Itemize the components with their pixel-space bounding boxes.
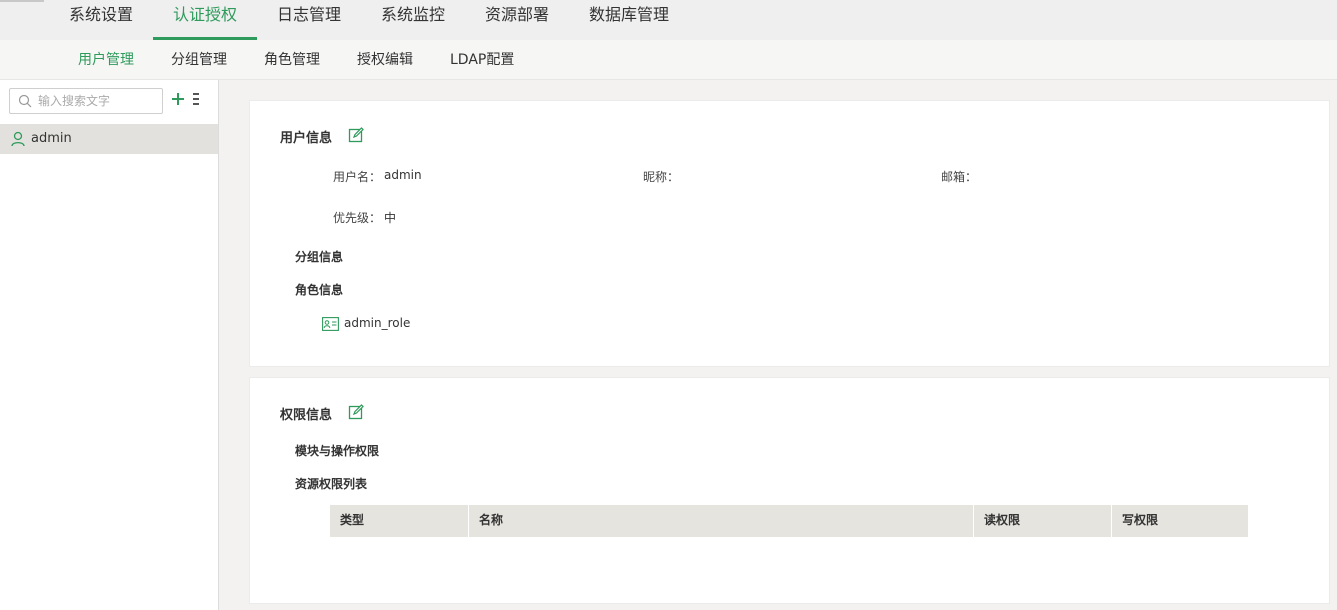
column-header-write[interactable]: 写权限 [1112, 505, 1248, 537]
nickname-label: 昵称： [643, 170, 680, 184]
edit-icon[interactable] [348, 127, 364, 143]
username-value: admin [384, 168, 422, 182]
email-label: 邮箱： [941, 170, 978, 184]
module-permission-heading: 模块与操作权限 [295, 444, 380, 458]
subtab-ldap-config[interactable]: LDAP配置 [450, 40, 514, 80]
tab-monitor[interactable]: 系统监控 [381, 0, 445, 40]
user-info-panel: 用户信息 用户名： admin 昵称： 邮箱： 优先级： 中 分组信息 角色信息… [249, 100, 1330, 367]
user-icon [11, 131, 25, 147]
subtab-auth-edit[interactable]: 授权编辑 [357, 40, 413, 80]
user-info-title: 用户信息 [280, 131, 333, 146]
role-name: admin_role [344, 316, 411, 330]
role-card-icon [322, 317, 339, 331]
corner-mark [0, 0, 44, 2]
group-info-heading: 分组信息 [295, 250, 344, 264]
permission-info-title: 权限信息 [280, 408, 333, 423]
search-icon [18, 94, 32, 108]
resource-table-header: 类型 名称 读权限 写权限 [330, 505, 1248, 537]
subtab-user-management[interactable]: 用户管理 [78, 40, 134, 80]
add-user-icon[interactable] [170, 90, 186, 108]
sub-nav: 用户管理 分组管理 角色管理 授权编辑 LDAP配置 [0, 40, 1337, 80]
column-header-name[interactable]: 名称 [469, 505, 974, 537]
tab-auth[interactable]: 认证授权 [153, 0, 257, 40]
resource-permission-heading: 资源权限列表 [295, 477, 368, 491]
subtab-role-management[interactable]: 角色管理 [264, 40, 320, 80]
search-input[interactable] [38, 92, 158, 110]
edit-icon[interactable] [348, 404, 364, 420]
tab-resource-deploy[interactable]: 资源部署 [485, 0, 549, 40]
user-name: admin [31, 131, 72, 146]
tab-database[interactable]: 数据库管理 [589, 0, 669, 40]
subtab-group-management[interactable]: 分组管理 [171, 40, 227, 80]
tab-system-settings[interactable]: 系统设置 [69, 0, 133, 40]
menu-icon[interactable] [192, 92, 202, 106]
column-header-read[interactable]: 读权限 [974, 505, 1112, 537]
priority-label: 优先级： [333, 211, 382, 225]
username-label: 用户名： [333, 170, 382, 184]
permission-info-panel: 权限信息 模块与操作权限 资源权限列表 类型 名称 读权限 写权限 [249, 377, 1330, 604]
user-sidebar: admin [0, 80, 219, 610]
top-nav: 系统设置 认证授权 日志管理 系统监控 资源部署 数据库管理 [0, 0, 1337, 40]
column-header-type[interactable]: 类型 [330, 505, 469, 537]
role-info-heading: 角色信息 [295, 283, 344, 297]
tab-logs[interactable]: 日志管理 [277, 0, 341, 40]
user-list-item[interactable]: admin [0, 124, 218, 154]
search-box [9, 88, 163, 114]
priority-value: 中 [384, 211, 397, 225]
